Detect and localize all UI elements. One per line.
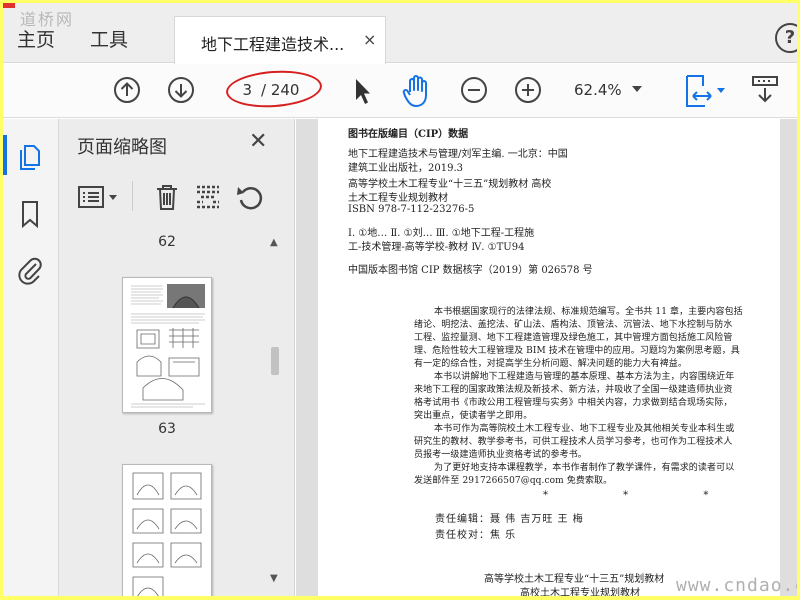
main-toolbar: 3 / 240 62.4%	[3, 64, 797, 118]
cip-line: 工-技术管理-高等学校-教材 Ⅳ. ①TU94	[348, 242, 525, 253]
scroll-up-icon[interactable]: ▲	[270, 237, 278, 248]
site-watermark-bottom: www.cndao.com	[676, 575, 797, 596]
series-footer: 高校土木工程专业规划教材	[520, 588, 640, 596]
attachment-icon[interactable]	[17, 255, 43, 287]
close-panel-button[interactable]: ✕	[249, 129, 267, 154]
cip-data-number: 中国版本图书馆 CIP 数据核字（2019）第 026578 号	[348, 265, 593, 276]
zoom-out-icon[interactable]	[460, 76, 488, 104]
scroll-down-icon[interactable]: ▼	[270, 573, 278, 584]
extract-icon[interactable]	[194, 183, 222, 211]
thumbnail-list: 62 63	[59, 227, 278, 596]
scrollbar-track[interactable]	[271, 253, 279, 571]
window-corner-mark	[3, 3, 15, 8]
prev-page-icon[interactable]	[113, 76, 141, 104]
body-line: 研究生的教材、教学参考书，可供工程技术人员学习参考，也可作为工程技术人	[414, 437, 733, 447]
document-tab-title: 地下工程建造技术...	[201, 35, 345, 54]
zoom-in-icon[interactable]	[514, 76, 542, 104]
body-line: 理、危险性较大工程管理及 BIM 技术在管理中的应用。习题均为案例思考题，具	[414, 346, 740, 356]
cip-line: ISBN 978-7-112-23276-5	[348, 204, 475, 215]
body-line: 突出重点，使读者学之即用。	[414, 411, 533, 421]
active-rail-indicator	[3, 135, 7, 175]
page-thumbnail[interactable]	[122, 277, 212, 413]
toolbar-separator	[132, 181, 133, 211]
page-thumbnails-panel: 页面缩略图 ✕ 62 63 ▲ ▼	[59, 119, 295, 596]
thumbnail-scrollbar[interactable]: ▲ ▼	[267, 235, 283, 591]
body-line: 发送邮件至 2917266507@qq.com 免费索取。	[414, 476, 613, 486]
zoom-level-select[interactable]: 62.4%	[574, 81, 622, 99]
next-page-icon[interactable]	[167, 76, 195, 104]
red-annotation-ellipse	[224, 67, 324, 111]
scroll-mode-icon[interactable]	[750, 74, 780, 106]
tab-home[interactable]: 主页	[17, 25, 55, 52]
scrollbar-thumb[interactable]	[271, 347, 279, 375]
body-line: 本书以讲解地下工程建造与管理的基本原理、基本方法为主，内容围绕近年	[434, 372, 735, 382]
chevron-down-icon[interactable]	[632, 86, 642, 92]
tab-tools[interactable]: 工具	[90, 25, 128, 52]
close-tab-button[interactable]: ×	[363, 30, 376, 49]
fit-width-icon[interactable]	[681, 72, 727, 110]
proofreader-credit: 责任校对：焦 乐	[435, 530, 517, 541]
thumbnail-toolbar	[59, 171, 295, 221]
body-line: 为了更好地支持本课程教学，本书作者制作了教学课件，有需求的读者可以	[434, 463, 735, 473]
section-divider-stars: * * *	[543, 490, 745, 501]
app-window: 道桥网 主页 工具 地下工程建造技术... × ? 3 / 240 62.4% …	[3, 3, 797, 596]
bookmark-icon[interactable]	[19, 199, 41, 229]
body-line: 格考试用书《市政公用工程管理与实务》中相关内容，力求做到结合现场实际，	[414, 398, 733, 408]
body-line: 有一定的综合性，对提高学生分析问题、解决问题的能力大有裨益。	[414, 359, 688, 369]
page-thumbnails-icon[interactable]	[17, 141, 43, 171]
help-icon[interactable]: ?	[775, 23, 797, 53]
cip-line: 地下工程建造技术与管理/刘军主编. 一北京：中国	[348, 149, 568, 160]
editor-credit: 责任编辑：聂 伟 吉万旺 王 梅	[435, 514, 584, 525]
rotate-icon[interactable]	[235, 183, 265, 211]
document-page: 图书在版编目（CIP）数据 地下工程建造技术与管理/刘军主编. 一北京：中国 建…	[318, 119, 797, 596]
cip-line: 高等学校土木工程专业“十三五”规划教材 高校	[348, 179, 552, 190]
body-line: 工程、监控量测、地下工程建造管理及绿色施工，其中管理方面包括施工风险管	[414, 333, 733, 343]
document-viewport[interactable]: 图书在版编目（CIP）数据 地下工程建造技术与管理/刘军主编. 一北京：中国 建…	[296, 119, 797, 596]
cip-line: 建筑工业出版社，2019.3	[348, 163, 463, 174]
left-navigation-rail	[3, 119, 59, 596]
body-line: 本书根据国家现行的法律法规、标准规范编写。全书共 11 章，主要内容包括	[434, 307, 743, 317]
hand-icon[interactable]	[401, 74, 433, 108]
cip-line: 土木工程专业规划教材	[348, 193, 448, 204]
page-number-label: 63	[158, 421, 176, 437]
body-line: 本书可作为高等院校土木工程专业、地下工程专业及其他相关专业本科生或	[434, 424, 735, 434]
select-cursor-icon[interactable]	[351, 76, 373, 106]
body-line: 绪论、明挖法、盖挖法、矿山法、盾构法、顶管法、沉管法、地下水控制与防水	[414, 320, 733, 330]
page-number-label: 62	[158, 234, 176, 250]
body-line: 员报考一级建造师执业资格考试的参考书。	[414, 450, 587, 460]
page-options-icon[interactable]	[77, 185, 121, 209]
cip-line: Ⅰ. ①地… Ⅱ. ①刘… Ⅲ. ①地下工程-工程施	[348, 228, 535, 239]
cip-heading: 图书在版编目（CIP）数据	[348, 129, 469, 140]
delete-icon[interactable]	[154, 183, 180, 211]
series-footer: 高等学校土木工程专业“十三五”规划教材	[484, 574, 665, 585]
tab-bar: 道桥网 主页 工具 地下工程建造技术... × ?	[3, 3, 797, 64]
panel-title: 页面缩略图	[77, 137, 167, 158]
body-line: 来地下工程的国家政策法规及新技术、新方法，并吸收了全国一级建造师执业资	[414, 385, 733, 395]
page-thumbnail[interactable]	[122, 464, 212, 596]
tab-document[interactable]: 地下工程建造技术... ×	[174, 16, 386, 64]
